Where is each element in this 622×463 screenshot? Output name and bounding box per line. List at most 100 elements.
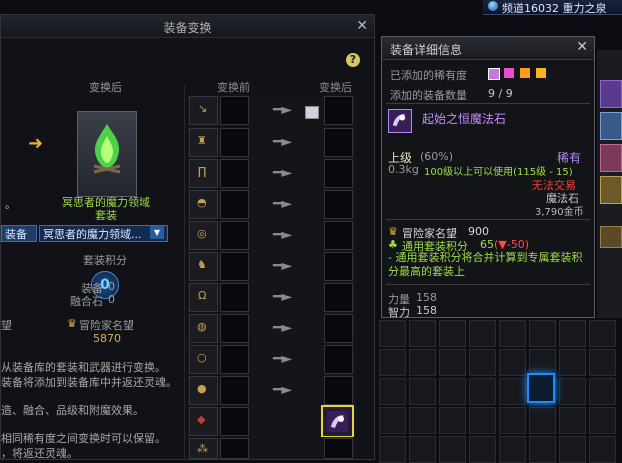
sword-icon: ↘: [189, 96, 218, 125]
after-slot[interactable]: [324, 221, 353, 250]
before-slot[interactable]: [220, 221, 249, 250]
channel-bar[interactable]: 频道16032 重力之泉: [483, 0, 622, 15]
inventory-slot[interactable]: [439, 349, 466, 376]
inventory-slot[interactable]: [499, 378, 526, 405]
inventory-slot[interactable]: [409, 349, 436, 376]
before-slot[interactable]: [220, 128, 249, 157]
inventory-slot[interactable]: [559, 349, 586, 376]
inventory-slot[interactable]: [529, 407, 556, 434]
inventory-slot[interactable]: [529, 320, 556, 347]
inventory-slot[interactable]: [409, 378, 436, 405]
inventory-slot[interactable]: [499, 407, 526, 434]
inventory-slot[interactable]: [469, 349, 496, 376]
after-slot[interactable]: [324, 96, 353, 125]
tooltip-titlebar[interactable]: 装备详细信息 ✕: [382, 37, 594, 60]
inventory-slot[interactable]: [409, 436, 436, 463]
list-icon[interactable]: [305, 106, 319, 119]
chevron-down-icon[interactable]: ▼: [150, 226, 164, 239]
quick-slot[interactable]: [600, 144, 622, 172]
quick-slot[interactable]: [600, 80, 622, 108]
before-slot[interactable]: [220, 407, 249, 436]
exchange-row-shoulder[interactable]: ◓ ━►: [187, 189, 357, 220]
inventory-slot[interactable]: [469, 378, 496, 405]
after-slot[interactable]: [324, 159, 353, 188]
magic-stone-item[interactable]: [321, 405, 354, 438]
inventory-slot[interactable]: [439, 436, 466, 463]
before-slot[interactable]: [220, 252, 249, 281]
window-titlebar[interactable]: 装备变换 ✕: [1, 15, 374, 38]
inventory-slot[interactable]: [469, 407, 496, 434]
divider: [386, 284, 590, 285]
before-slot[interactable]: [220, 96, 249, 125]
inventory-slot[interactable]: [379, 436, 406, 463]
exchange-row-pants[interactable]: ∏ ━►: [187, 158, 357, 189]
set-preview-slot[interactable]: [77, 111, 137, 197]
inventory-slot[interactable]: [379, 407, 406, 434]
inventory-slot[interactable]: [589, 407, 616, 434]
exchange-row-magicstone[interactable]: ◆: [187, 405, 357, 438]
inventory-slot[interactable]: [559, 436, 586, 463]
inventory-slot[interactable]: [529, 349, 556, 376]
exchange-row-ring[interactable]: ○ ━►: [187, 344, 357, 375]
before-slot[interactable]: [220, 159, 249, 188]
quick-slot[interactable]: [600, 226, 622, 248]
quick-slot[interactable]: [600, 176, 622, 204]
exchange-row-belt[interactable]: ◎ ━►: [187, 220, 357, 251]
arrow-right-icon: ━►: [273, 351, 293, 367]
inventory-selected-slot[interactable]: [527, 373, 555, 403]
equip-category-select[interactable]: 装备: [1, 225, 37, 242]
before-slot[interactable]: [220, 314, 249, 343]
inventory-slot[interactable]: [439, 407, 466, 434]
set-name-line1: 冥思者的魔力领域: [62, 196, 150, 209]
before-slot[interactable]: [220, 190, 249, 219]
exchange-row-support[interactable]: ● ━►: [187, 375, 357, 406]
inventory-slot[interactable]: [589, 436, 616, 463]
inventory-slot[interactable]: [529, 436, 556, 463]
help-icon[interactable]: ?: [346, 53, 360, 67]
after-slot[interactable]: [324, 252, 353, 281]
inventory-slot[interactable]: [379, 349, 406, 376]
after-slot[interactable]: [324, 345, 353, 374]
before-slot[interactable]: [220, 283, 249, 312]
exchange-row-bracelet[interactable]: ◍ ━►: [187, 313, 357, 344]
quick-slot[interactable]: [600, 112, 622, 140]
after-slot[interactable]: [324, 283, 353, 312]
after-slot[interactable]: [324, 314, 353, 343]
after-slot[interactable]: [324, 438, 353, 459]
inventory-slot[interactable]: [499, 320, 526, 347]
inventory-slot[interactable]: [559, 320, 586, 347]
after-slot[interactable]: [324, 376, 353, 405]
fusion-count-label: 融合石: [70, 295, 103, 308]
earring-icon: ⁂: [189, 438, 218, 459]
exchange-row-coat[interactable]: ♜ ━►: [187, 127, 357, 158]
arrow-right-icon: ━►: [273, 196, 293, 212]
after-slot[interactable]: [324, 128, 353, 157]
inventory-slot[interactable]: [469, 320, 496, 347]
inventory-slot[interactable]: [499, 349, 526, 376]
exchange-row-necklace[interactable]: Ω ━►: [187, 282, 357, 313]
before-slot[interactable]: [220, 438, 249, 459]
inventory-slot[interactable]: [499, 436, 526, 463]
close-icon[interactable]: ✕: [576, 39, 588, 55]
inventory-slot[interactable]: [439, 320, 466, 347]
inventory-slot[interactable]: [439, 378, 466, 405]
inventory-slot[interactable]: [559, 378, 586, 405]
close-icon[interactable]: ✕: [356, 18, 368, 34]
after-slot[interactable]: [324, 190, 353, 219]
inventory-slot[interactable]: [409, 320, 436, 347]
inventory-slot[interactable]: [379, 378, 406, 405]
inventory-slot[interactable]: [379, 320, 406, 347]
exchange-row-shoes[interactable]: ♞ ━►: [187, 251, 357, 282]
exchange-row-weapon[interactable]: ↘ ━►: [187, 95, 357, 126]
inventory-slot[interactable]: [409, 407, 436, 434]
inventory-slot[interactable]: [559, 407, 586, 434]
inventory-slot[interactable]: [589, 320, 616, 347]
inventory-slot[interactable]: [469, 436, 496, 463]
inventory-slot[interactable]: [589, 349, 616, 376]
exchange-row-earring[interactable]: ⁂: [187, 437, 357, 459]
before-slot[interactable]: [220, 345, 249, 374]
fusion-count-value: 0: [108, 293, 115, 306]
inventory-slot[interactable]: [589, 378, 616, 405]
before-slot[interactable]: [220, 376, 249, 405]
set-select[interactable]: 冥思者的魔力领域...: [39, 225, 168, 242]
